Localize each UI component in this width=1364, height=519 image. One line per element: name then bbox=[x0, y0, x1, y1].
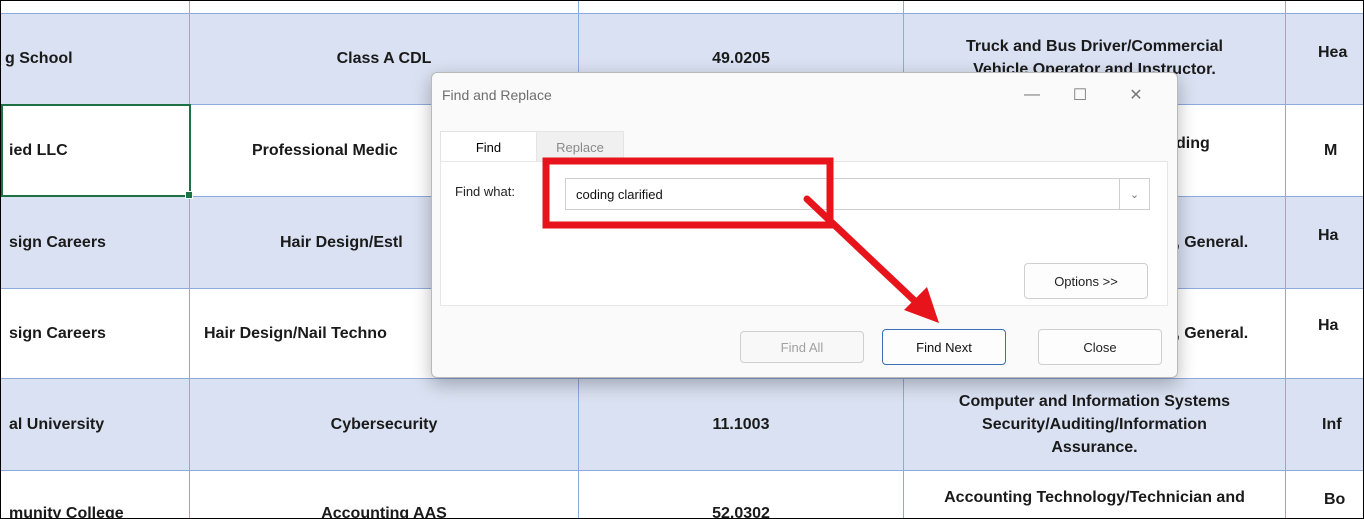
table-cell[interactable]: 52.0302 bbox=[579, 470, 903, 518]
table-cell[interactable]: Accounting AAS bbox=[190, 470, 578, 518]
table-cell[interactable]: Cybersecurity bbox=[190, 378, 578, 470]
grid-line bbox=[1, 13, 1363, 14]
table-cell[interactable]: sign Careers bbox=[1, 288, 189, 378]
minimize-icon[interactable]: — bbox=[1012, 81, 1052, 109]
grid-line bbox=[1, 378, 1363, 379]
find-all-button[interactable]: Find All bbox=[740, 331, 864, 363]
tab-replace[interactable]: Replace bbox=[536, 131, 624, 162]
table-cell[interactable]: Ha bbox=[1286, 196, 1363, 288]
close-button[interactable]: Close bbox=[1038, 329, 1162, 365]
table-cell[interactable]: al University bbox=[1, 378, 189, 470]
table-cell[interactable]: Ha bbox=[1286, 288, 1363, 378]
screenshot-frame: g School Class A CDL 49.0205 Truck and B… bbox=[1, 1, 1363, 518]
chevron-down-icon[interactable]: ⌄ bbox=[1119, 178, 1150, 210]
tab-find[interactable]: Find bbox=[440, 131, 537, 162]
table-cell[interactable]: Computer and Information Systems Securit… bbox=[904, 378, 1285, 470]
table-cell[interactable]: g School bbox=[1, 13, 189, 104]
dialog-title: Find and Replace bbox=[442, 87, 552, 103]
table-cell[interactable]: munity College bbox=[1, 470, 189, 518]
selected-cell[interactable] bbox=[1, 104, 193, 199]
table-row: munity College Accounting AAS 52.0302 Ac… bbox=[1, 470, 1363, 518]
find-what-input[interactable] bbox=[565, 178, 1119, 210]
find-replace-dialog: Find and Replace — ☐ ✕ Find Replace Find… bbox=[431, 72, 1178, 378]
table-row: al University Cybersecurity 11.1003 Comp… bbox=[1, 378, 1363, 470]
table-cell[interactable]: Accounting Technology/Technician and bbox=[904, 470, 1285, 518]
table-cell[interactable]: M bbox=[1286, 104, 1363, 196]
find-what-label: Find what: bbox=[455, 184, 515, 199]
table-cell[interactable]: Inf bbox=[1286, 378, 1363, 470]
table-cell[interactable]: Bo bbox=[1286, 470, 1363, 518]
table-cell[interactable]: 11.1003 bbox=[579, 378, 903, 470]
maximize-icon[interactable]: ☐ bbox=[1060, 81, 1100, 109]
grid-line bbox=[189, 1, 190, 518]
options-button[interactable]: Options >> bbox=[1024, 263, 1148, 299]
grid-line bbox=[1, 470, 1363, 471]
find-next-button[interactable]: Find Next bbox=[882, 329, 1006, 365]
grid-line bbox=[1285, 1, 1286, 518]
table-cell[interactable]: sign Careers bbox=[1, 196, 189, 288]
fill-handle[interactable] bbox=[185, 191, 193, 199]
close-icon[interactable]: ✕ bbox=[1116, 81, 1156, 109]
table-cell[interactable]: Hea bbox=[1286, 13, 1363, 104]
